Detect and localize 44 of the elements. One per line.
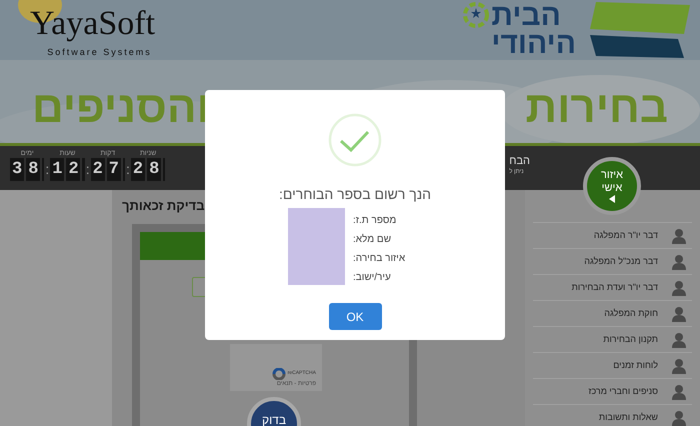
top-bar-title: הבח — [509, 154, 530, 168]
ok-button[interactable]: OK — [328, 303, 382, 330]
field-label: עיר/ישוב: — [353, 271, 391, 285]
sidebar-item[interactable]: לוחות זמנים — [613, 358, 658, 372]
countdown-value: 28 — [130, 158, 166, 181]
company-logo-tagline: Software Systems — [47, 46, 152, 59]
sidebar-item[interactable]: תקנון הבחירות — [603, 332, 658, 346]
party-logo-icon — [590, 2, 690, 58]
countdown-value: 38 — [10, 158, 44, 181]
section-title: בדיקת זכאותך — [122, 197, 205, 215]
success-check-icon — [328, 113, 382, 167]
personal-area-label: איזור — [600, 169, 624, 182]
headline-text: והסניפים — [32, 82, 210, 134]
user-icon — [672, 306, 686, 322]
sidebar-item[interactable]: דבר יו"ר המפלגה — [594, 228, 658, 242]
sidebar-item[interactable]: שאלות ותשובות — [598, 410, 658, 424]
user-icon — [672, 228, 686, 244]
user-icon — [672, 410, 686, 426]
user-icon — [672, 280, 686, 296]
company-logo-name: YayaSoft — [30, 4, 156, 44]
user-icon — [672, 332, 686, 348]
field-label: מספר ת.ז: — [353, 214, 396, 228]
party-logo-text: היהודי — [491, 30, 576, 58]
colon-separator: : — [84, 160, 91, 179]
recaptcha-icon — [272, 368, 286, 380]
sidebar-item[interactable]: דבר יו"ר ועדת הבחירות — [572, 280, 658, 294]
colon-separator: : — [44, 160, 50, 179]
triangle-left-icon — [609, 195, 615, 203]
sidebar-item[interactable]: חוקת המפלגה — [604, 306, 658, 320]
user-icon — [672, 384, 686, 400]
dialog-message: הנך רשום בספר הבוחרים: — [278, 185, 432, 204]
colon-separator: : — [125, 160, 131, 179]
party-logo-text: הבית — [491, 2, 561, 30]
countdown-value: 27 — [90, 158, 125, 181]
user-icon — [672, 254, 686, 270]
countdown-value: 12 — [50, 158, 85, 181]
personal-area-label: אישי — [602, 182, 622, 195]
sidebar-item[interactable]: דבר מנכ"ל המפלגה — [584, 254, 658, 268]
headline-text: בחירות — [526, 82, 668, 134]
check-button[interactable]: בדוק — [247, 396, 301, 426]
user-icon — [672, 358, 686, 374]
sidebar-item[interactable]: סניפים וחברי מרכז — [588, 384, 658, 398]
field-label: איזור בחירה: — [353, 252, 406, 266]
field-label: שם מלא: — [353, 232, 391, 247]
